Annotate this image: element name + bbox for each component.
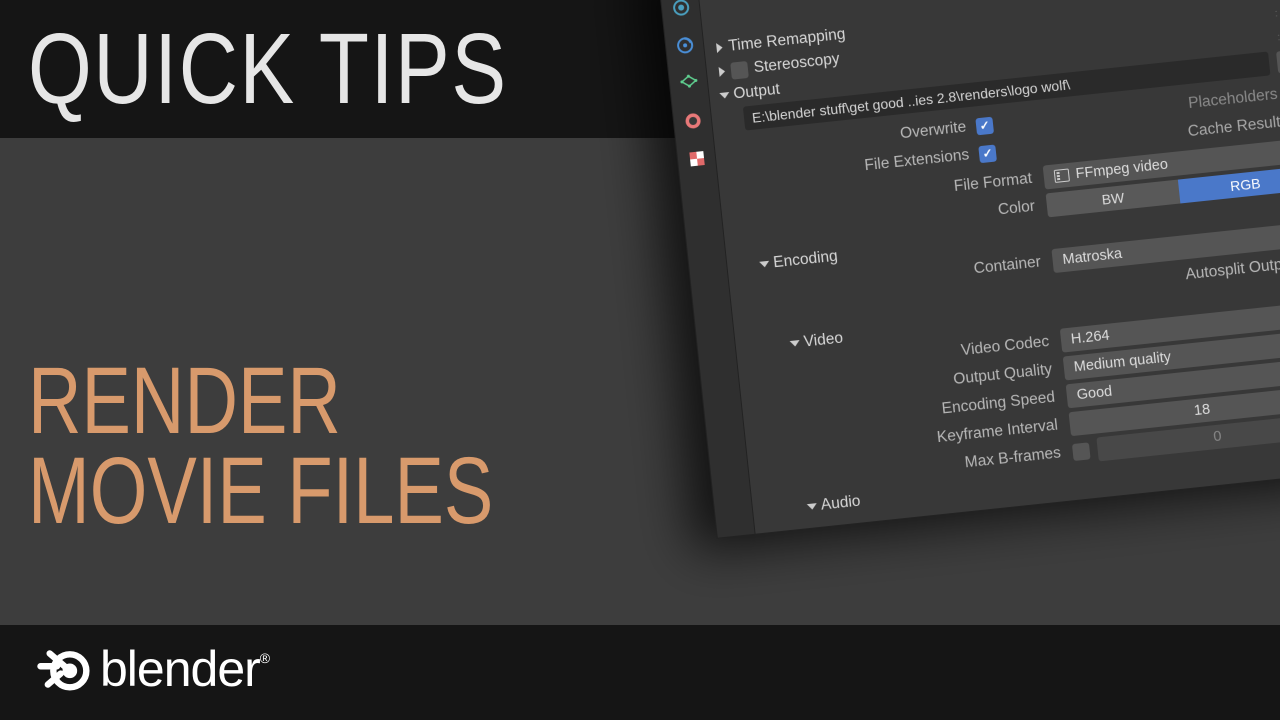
file-extensions-checkbox[interactable] bbox=[978, 144, 997, 163]
overlay-subtitle: RENDERMOVIE FILES bbox=[28, 356, 493, 537]
overlay-title: QUICK TIPS bbox=[28, 12, 508, 127]
tab-texture-icon[interactable] bbox=[684, 147, 708, 171]
folder-browse-icon[interactable] bbox=[1276, 49, 1280, 73]
chevron-down-icon bbox=[759, 261, 770, 268]
stereoscopy-checkbox[interactable] bbox=[730, 60, 749, 79]
chevron-right-icon bbox=[719, 66, 726, 77]
chevron-down-icon bbox=[719, 92, 730, 99]
blender-logo: blender® bbox=[35, 640, 269, 698]
tab-world-icon[interactable] bbox=[680, 109, 704, 133]
max-bframes-checkbox[interactable] bbox=[1072, 442, 1091, 461]
chevron-down-icon bbox=[807, 503, 818, 510]
properties-panel: Step 250 Frame Rate 1 24 fps Time Remapp… bbox=[655, 0, 1280, 539]
tab-viewlayer-icon[interactable] bbox=[677, 71, 701, 95]
tab-render-icon[interactable] bbox=[669, 0, 693, 20]
overwrite-checkbox[interactable] bbox=[975, 116, 994, 135]
drag-grip-icon: :::: bbox=[1274, 6, 1280, 19]
chevron-right-icon bbox=[716, 42, 723, 53]
tab-output-icon[interactable] bbox=[673, 33, 697, 57]
chevron-down-icon bbox=[790, 340, 801, 347]
